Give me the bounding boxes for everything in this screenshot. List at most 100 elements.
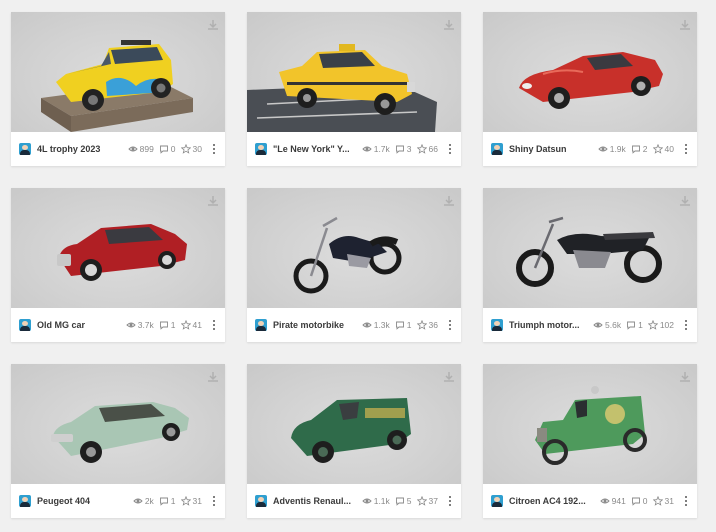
model-title[interactable]: Triumph motor... — [509, 320, 589, 330]
model-card[interactable]: 4L trophy 2023 899 0 30 — [11, 12, 225, 166]
avatar[interactable] — [491, 143, 503, 155]
model-title[interactable]: Shiny Datsun — [509, 144, 594, 154]
comment-icon — [159, 321, 168, 330]
likes-count: 36 — [416, 320, 438, 330]
likes-count: 31 — [652, 496, 674, 506]
more-vertical-icon[interactable] — [681, 142, 691, 156]
download-icon[interactable] — [206, 370, 220, 384]
model-stats: 941 0 31 — [599, 496, 679, 506]
views-count: 1.1k — [362, 496, 390, 506]
model-card[interactable]: Citroen AC4 192... 941 0 31 — [483, 364, 697, 518]
avatar[interactable] — [19, 143, 31, 155]
model-card[interactable]: Triumph motor... 5.6k 1 102 — [483, 188, 697, 342]
views-value: 3.7k — [137, 320, 154, 330]
more-vertical-icon[interactable] — [681, 318, 691, 332]
model-card[interactable]: Adventis Renaul... 1.1k 5 37 — [247, 364, 461, 518]
model-thumbnail[interactable] — [247, 188, 461, 308]
star-icon — [180, 320, 191, 330]
eye-icon — [126, 322, 136, 328]
more-vertical-icon[interactable] — [209, 142, 219, 156]
model-thumbnail[interactable] — [247, 364, 461, 484]
avatar[interactable] — [255, 319, 267, 331]
model-thumbnail[interactable] — [483, 188, 697, 308]
comments-count: 1 — [159, 496, 176, 506]
more-vertical-icon[interactable] — [445, 142, 455, 156]
more-vertical-icon[interactable] — [445, 318, 455, 332]
model-stats: 3.7k 1 41 — [126, 320, 207, 330]
likes-count: 41 — [180, 320, 202, 330]
comments-value: 1 — [170, 320, 176, 330]
views-count: 5.6k — [593, 320, 621, 330]
download-icon[interactable] — [442, 18, 456, 32]
model-thumbnail[interactable] — [247, 12, 461, 132]
views-count: 1.9k — [598, 144, 626, 154]
likes-value: 102 — [659, 320, 674, 330]
model-card[interactable]: Old MG car 3.7k 1 41 — [11, 188, 225, 342]
download-icon[interactable] — [442, 370, 456, 384]
model-title[interactable]: Pirate motorbike — [273, 320, 358, 330]
star-icon — [416, 320, 427, 330]
model-title[interactable]: "Le New York" Y... — [273, 144, 358, 154]
download-icon[interactable] — [678, 370, 692, 384]
model-stats: 1.3k 1 36 — [362, 320, 443, 330]
model-card[interactable]: Pirate motorbike 1.3k 1 36 — [247, 188, 461, 342]
more-vertical-icon[interactable] — [209, 494, 219, 508]
download-icon[interactable] — [678, 194, 692, 208]
likes-value: 37 — [428, 496, 438, 506]
views-count: 3.7k — [126, 320, 154, 330]
star-icon — [652, 496, 663, 506]
model-thumbnail[interactable] — [11, 364, 225, 484]
comments-count: 0 — [631, 496, 648, 506]
avatar[interactable] — [491, 495, 503, 507]
model-title[interactable]: Citroen AC4 192... — [509, 496, 596, 506]
model-card[interactable]: Peugeot 404 2k 1 31 — [11, 364, 225, 518]
avatar[interactable] — [19, 495, 31, 507]
avatar[interactable] — [255, 143, 267, 155]
model-thumbnail[interactable] — [11, 12, 225, 132]
model-title[interactable]: Peugeot 404 — [37, 496, 129, 506]
comments-value: 1 — [638, 320, 643, 330]
avatar[interactable] — [491, 319, 503, 331]
more-vertical-icon[interactable] — [681, 494, 691, 508]
comments-value: 5 — [406, 496, 412, 506]
model-thumbnail[interactable] — [483, 364, 697, 484]
model-title[interactable]: Old MG car — [37, 320, 122, 330]
likes-value: 66 — [428, 144, 438, 154]
model-thumbnail[interactable] — [483, 12, 697, 132]
more-vertical-icon[interactable] — [209, 318, 219, 332]
likes-value: 40 — [664, 144, 674, 154]
download-icon[interactable] — [678, 18, 692, 32]
green-citroen-ac4-van-image — [535, 386, 647, 465]
download-icon[interactable] — [206, 194, 220, 208]
views-count: 1.3k — [362, 320, 390, 330]
card-footer: Old MG car 3.7k 1 41 — [11, 308, 225, 342]
likes-count: 37 — [416, 496, 438, 506]
card-footer: 4L trophy 2023 899 0 30 — [11, 132, 225, 166]
model-title[interactable]: Adventis Renaul... — [273, 496, 358, 506]
likes-count: 102 — [647, 320, 674, 330]
comments-value: 3 — [406, 144, 412, 154]
likes-value: 36 — [428, 320, 438, 330]
comment-icon — [159, 145, 168, 154]
avatar[interactable] — [19, 319, 31, 331]
eye-icon — [362, 322, 372, 328]
likes-count: 66 — [416, 144, 438, 154]
download-icon[interactable] — [206, 18, 220, 32]
card-footer: Adventis Renaul... 1.1k 5 37 — [247, 484, 461, 518]
star-icon — [647, 320, 658, 330]
card-footer: Pirate motorbike 1.3k 1 36 — [247, 308, 461, 342]
model-card[interactable]: Shiny Datsun 1.9k 2 40 — [483, 12, 697, 166]
star-icon — [180, 144, 191, 154]
model-card[interactable]: "Le New York" Y... 1.7k 3 66 — [247, 12, 461, 166]
comments-count: 2 — [631, 144, 648, 154]
more-vertical-icon[interactable] — [445, 494, 455, 508]
comments-value: 0 — [642, 496, 648, 506]
model-thumbnail[interactable] — [11, 188, 225, 308]
avatar[interactable] — [255, 495, 267, 507]
download-icon[interactable] — [442, 194, 456, 208]
model-title[interactable]: 4L trophy 2023 — [37, 144, 124, 154]
star-icon — [180, 496, 191, 506]
eye-icon — [599, 498, 610, 504]
views-value: 1.7k — [373, 144, 390, 154]
likes-count: 31 — [180, 496, 202, 506]
